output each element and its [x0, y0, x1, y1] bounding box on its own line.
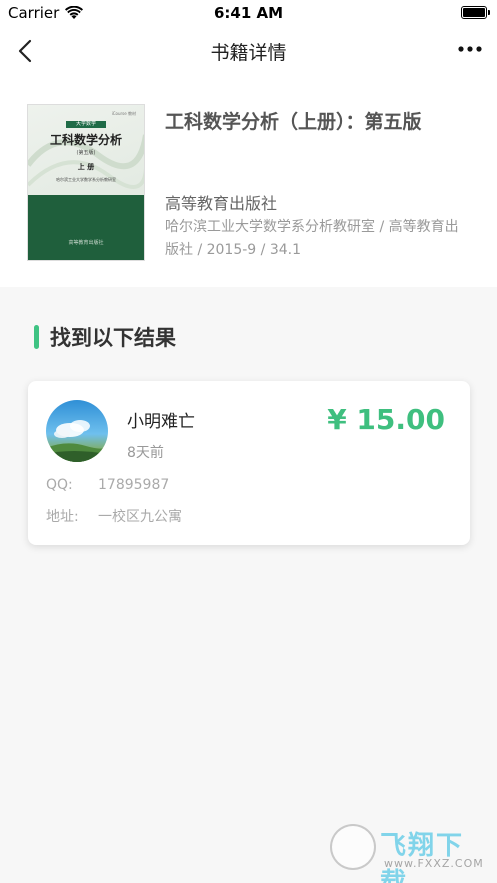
price: ¥ 15.00 — [327, 403, 445, 436]
cover-logo: iCourse 教材 — [111, 111, 136, 116]
battery-icon — [461, 6, 490, 19]
seller-card[interactable]: 小明难亡 8天前 ¥ 15.00 QQ: 17895987 地址: 一校区九公寓 — [28, 381, 470, 545]
cover-author: 哈尔滨工业大学数学系分析教研室 — [56, 177, 116, 182]
heading-accent-bar — [34, 325, 39, 349]
qq-row: QQ: 17895987 — [46, 477, 169, 493]
cover-band — [28, 195, 144, 260]
status-bar: Carrier 6:41 AM — [0, 0, 497, 26]
qq-value: 17895987 — [98, 477, 170, 493]
nav-bar: 书籍详情 — [0, 26, 497, 76]
cover-edition: (第五版) — [76, 150, 96, 156]
cover-badge: 大学数学 — [66, 121, 106, 128]
seller-name: 小明难亡 — [127, 412, 195, 432]
book-cover-image: 大学数学 iCourse 教材 工科数学分析 (第五版) 上 册 哈尔滨工业大学… — [27, 104, 145, 261]
address-row: 地址: 一校区九公寓 — [46, 506, 182, 526]
results-heading: 找到以下结果 — [34, 322, 176, 352]
book-meta: 哈尔滨工业大学数学系分析教研室 / 高等教育出版社 / 2015-9 / 34.… — [165, 219, 459, 258]
avatar-landscape — [46, 420, 108, 462]
watermark-brand: 飞翔下载 — [380, 831, 465, 883]
avatar — [46, 400, 108, 462]
clock: 6:41 AM — [213, 4, 284, 22]
cover-title: 工科数学分析 — [49, 133, 122, 147]
results-title: 找到以下结果 — [50, 326, 176, 350]
address-label: 地址: — [46, 509, 79, 525]
cover-publisher: 高等教育出版社 — [68, 240, 104, 246]
address-value: 一校区九公寓 — [98, 509, 182, 525]
qq-label: QQ: — [46, 477, 73, 493]
more-options-icon[interactable] — [457, 44, 483, 54]
watermark-logo-icon — [330, 824, 376, 870]
cover-volume: 上 册 — [77, 163, 95, 171]
book-publisher: 高等教育出版社 — [165, 194, 278, 213]
page-title: 书籍详情 — [210, 42, 287, 64]
watermark-url: www.FXXZ.COM — [384, 857, 484, 870]
book-title: 工科数学分析（上册）：第五版 — [165, 111, 422, 133]
header-area: Carrier 6:41 AM 书籍详情 大学数学 iCourse 教材 工科数… — [0, 0, 497, 287]
watermark: 飞翔下载 www.FXXZ.COM — [330, 822, 490, 883]
post-time: 8天前 — [127, 445, 164, 461]
